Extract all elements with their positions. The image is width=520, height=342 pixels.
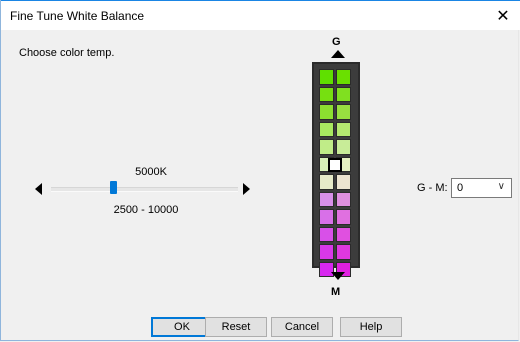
close-icon: ✕ [496, 7, 510, 25]
help-button[interactable]: Help [340, 317, 402, 337]
green-magenta-grid[interactable] [319, 69, 351, 277]
green-label: G [332, 36, 341, 48]
gm-color-cell[interactable] [319, 209, 334, 225]
gm-color-cell[interactable] [336, 86, 351, 102]
instruction-text: Choose color temp. [19, 47, 115, 59]
temperature-slider-track[interactable] [51, 187, 238, 192]
gm-color-cell[interactable] [319, 104, 334, 120]
temperature-value: 5000K [135, 166, 167, 178]
cancel-button[interactable]: Cancel [271, 317, 333, 337]
gm-dropdown[interactable]: 0 ∨ [451, 178, 512, 198]
gm-color-cell[interactable] [319, 139, 334, 155]
gm-color-cell[interactable] [319, 69, 334, 85]
temperature-decrease-arrow-icon[interactable] [35, 183, 42, 195]
gm-color-cell[interactable] [336, 121, 351, 137]
dialog-title: Fine Tune White Balance [10, 9, 145, 23]
chevron-down-icon: ∨ [497, 181, 505, 192]
gm-color-cell[interactable] [336, 209, 351, 225]
green-shift-arrow-icon[interactable] [331, 50, 345, 58]
title-bar: Fine Tune White Balance ✕ [1, 0, 520, 30]
gm-color-cell[interactable] [336, 139, 351, 155]
gm-color-cell[interactable] [319, 244, 334, 260]
temperature-increase-arrow-icon[interactable] [243, 183, 250, 195]
gm-color-cell[interactable] [319, 86, 334, 102]
gm-color-cell[interactable] [319, 174, 334, 190]
gm-color-cell[interactable] [336, 104, 351, 120]
temperature-slider-thumb[interactable] [110, 181, 118, 194]
temperature-range: 2500 - 10000 [113, 204, 179, 216]
gm-color-cell[interactable] [336, 226, 351, 242]
gm-dropdown-value: 0 [457, 182, 464, 194]
gm-color-cell[interactable] [336, 244, 351, 260]
gm-field-label: G - M: [417, 182, 448, 194]
gm-color-cell[interactable] [336, 69, 351, 85]
dialog-window: Fine Tune White Balance ✕ Choose color t… [0, 0, 520, 341]
gm-color-cell[interactable] [336, 174, 351, 190]
green-magenta-marker[interactable] [328, 158, 342, 172]
ok-button[interactable]: OK [151, 317, 213, 337]
reset-button[interactable]: Reset [205, 317, 267, 337]
close-button[interactable]: ✕ [486, 1, 520, 30]
magenta-label: M [331, 286, 341, 298]
magenta-shift-arrow-icon[interactable] [331, 272, 345, 280]
gm-color-cell[interactable] [319, 226, 334, 242]
gm-color-cell[interactable] [336, 191, 351, 207]
gm-color-cell[interactable] [319, 121, 334, 137]
gm-color-cell[interactable] [319, 191, 334, 207]
